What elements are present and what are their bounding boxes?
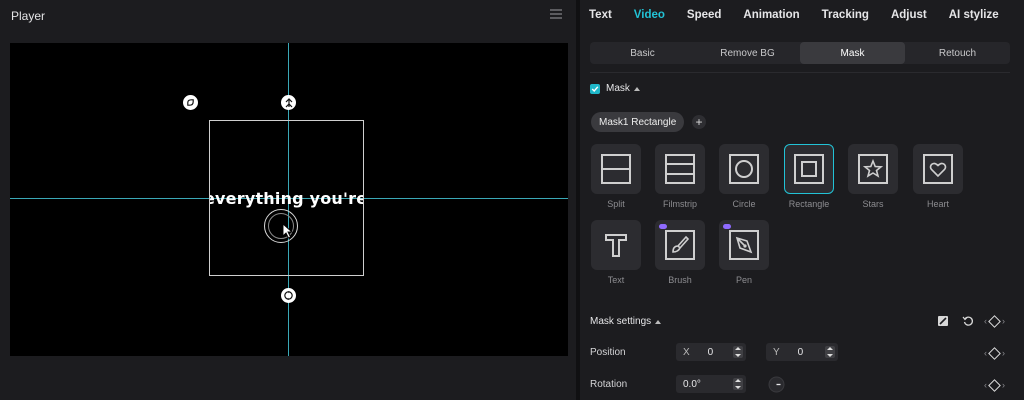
shape-rectangle[interactable]: Rectangle <box>784 144 834 209</box>
shape-split[interactable]: Split <box>591 144 641 209</box>
shape-filmstrip[interactable]: Filmstrip <box>655 144 705 209</box>
player-title: Player <box>11 9 46 23</box>
tab-adjust[interactable]: Adjust <box>891 9 927 21</box>
subtab-mask[interactable]: Mask <box>800 42 905 64</box>
shape-label: Rectangle <box>788 199 830 209</box>
split-icon <box>601 154 631 184</box>
keyframe-diamond-icon[interactable] <box>988 314 1001 328</box>
x-value: 0 <box>707 346 714 358</box>
feather-handle-icon[interactable] <box>183 95 198 110</box>
keyframe-diamond-icon[interactable] <box>988 378 1001 392</box>
rotation-field[interactable]: 0.0° <box>676 375 746 393</box>
subtab-basic[interactable]: Basic <box>590 42 695 64</box>
position-x-field[interactable]: X 0 <box>676 343 746 361</box>
tab-tracking[interactable]: Tracking <box>822 9 869 21</box>
video-canvas[interactable]: everything you're doing <box>10 43 568 356</box>
subtab-remove-bg[interactable]: Remove BG <box>695 42 800 64</box>
shape-label: Split <box>607 199 625 209</box>
tab-animation[interactable]: Animation <box>743 9 799 21</box>
reset-icon[interactable] <box>962 315 974 327</box>
pen-icon <box>729 230 759 260</box>
shape-label: Pen <box>735 275 752 285</box>
tab-speed[interactable]: Speed <box>687 9 722 21</box>
pro-badge-icon <box>723 224 731 229</box>
shape-label: Filmstrip <box>663 199 697 209</box>
inspector-tabs: Text Video Speed Animation Tracking Adju… <box>589 9 1021 21</box>
shape-label: Stars <box>862 199 884 209</box>
mask-rectangle-frame[interactable]: everything you're doing <box>209 120 364 276</box>
hamburger-icon[interactable] <box>550 9 562 19</box>
subtab-retouch[interactable]: Retouch <box>905 42 1010 64</box>
shape-text[interactable]: Text <box>591 220 641 285</box>
filmstrip-icon <box>665 154 695 184</box>
tab-text[interactable]: Text <box>589 9 612 21</box>
position-label: Position <box>590 347 626 358</box>
rotation-value: 0.0° <box>683 378 701 390</box>
player-panel: Player everything you're doing <box>0 0 576 400</box>
tab-ai-stylize[interactable]: AI stylize <box>949 9 999 21</box>
mask-settings-header[interactable]: Mask settings <box>590 316 662 327</box>
add-mask-button[interactable]: + <box>692 115 706 129</box>
shape-heart[interactable]: Heart <box>913 144 963 209</box>
rotation-label: Rotation <box>590 379 628 390</box>
collapse-caret-icon[interactable] <box>633 86 640 91</box>
keyframe-nav[interactable]: ‹ › <box>984 346 1005 360</box>
y-stepper[interactable] <box>825 346 835 358</box>
divider <box>590 72 1010 73</box>
pro-badge-icon <box>659 224 667 229</box>
keyframe-nav[interactable]: ‹ › <box>984 314 1005 328</box>
rotate-handle-icon[interactable] <box>281 288 296 303</box>
position-y-field[interactable]: Y 0 <box>766 343 838 361</box>
shape-label: Text <box>607 275 625 285</box>
rotation-dial-icon[interactable] <box>768 376 785 393</box>
invert-mask-icon[interactable] <box>937 315 949 327</box>
mask-section-header[interactable]: Mask <box>590 83 640 94</box>
text-icon <box>605 234 627 257</box>
shape-pen[interactable]: Pen <box>719 220 769 285</box>
keyframe-nav[interactable]: ‹ › <box>984 378 1005 392</box>
collapse-caret-icon[interactable] <box>655 319 662 324</box>
heart-icon <box>923 154 953 184</box>
mask-chip[interactable]: Mask1 Rectangle <box>591 112 685 132</box>
rectangle-icon <box>794 154 824 184</box>
rotation-stepper[interactable] <box>733 378 743 390</box>
shape-label: Brush <box>668 275 692 285</box>
tab-video[interactable]: Video <box>634 9 665 21</box>
mask-toggle-label: Mask <box>606 83 630 94</box>
shape-label: Heart <box>926 199 949 209</box>
circle-icon <box>729 154 759 184</box>
shape-stars[interactable]: Stars <box>848 144 898 209</box>
shape-label: Circle <box>732 199 756 209</box>
y-value: 0 <box>797 346 804 358</box>
mask-settings-label: Mask settings <box>590 316 652 327</box>
x-label: X <box>683 346 690 358</box>
inspector-panel: Text Video Speed Animation Tracking Adju… <box>580 0 1024 400</box>
video-subtabs: Basic Remove BG Mask Retouch <box>590 42 1010 64</box>
x-stepper[interactable] <box>733 346 743 358</box>
keyframe-diamond-icon[interactable] <box>988 346 1001 360</box>
brush-icon <box>665 230 695 260</box>
shape-brush[interactable]: Brush <box>655 220 705 285</box>
caption-text: everything you're doing <box>209 189 364 208</box>
star-icon <box>858 154 888 184</box>
y-label: Y <box>773 346 780 358</box>
roundness-handle-icon[interactable] <box>281 95 296 110</box>
shape-circle[interactable]: Circle <box>719 144 769 209</box>
mask-checkbox[interactable] <box>590 83 600 94</box>
mouse-cursor-icon <box>282 222 294 244</box>
